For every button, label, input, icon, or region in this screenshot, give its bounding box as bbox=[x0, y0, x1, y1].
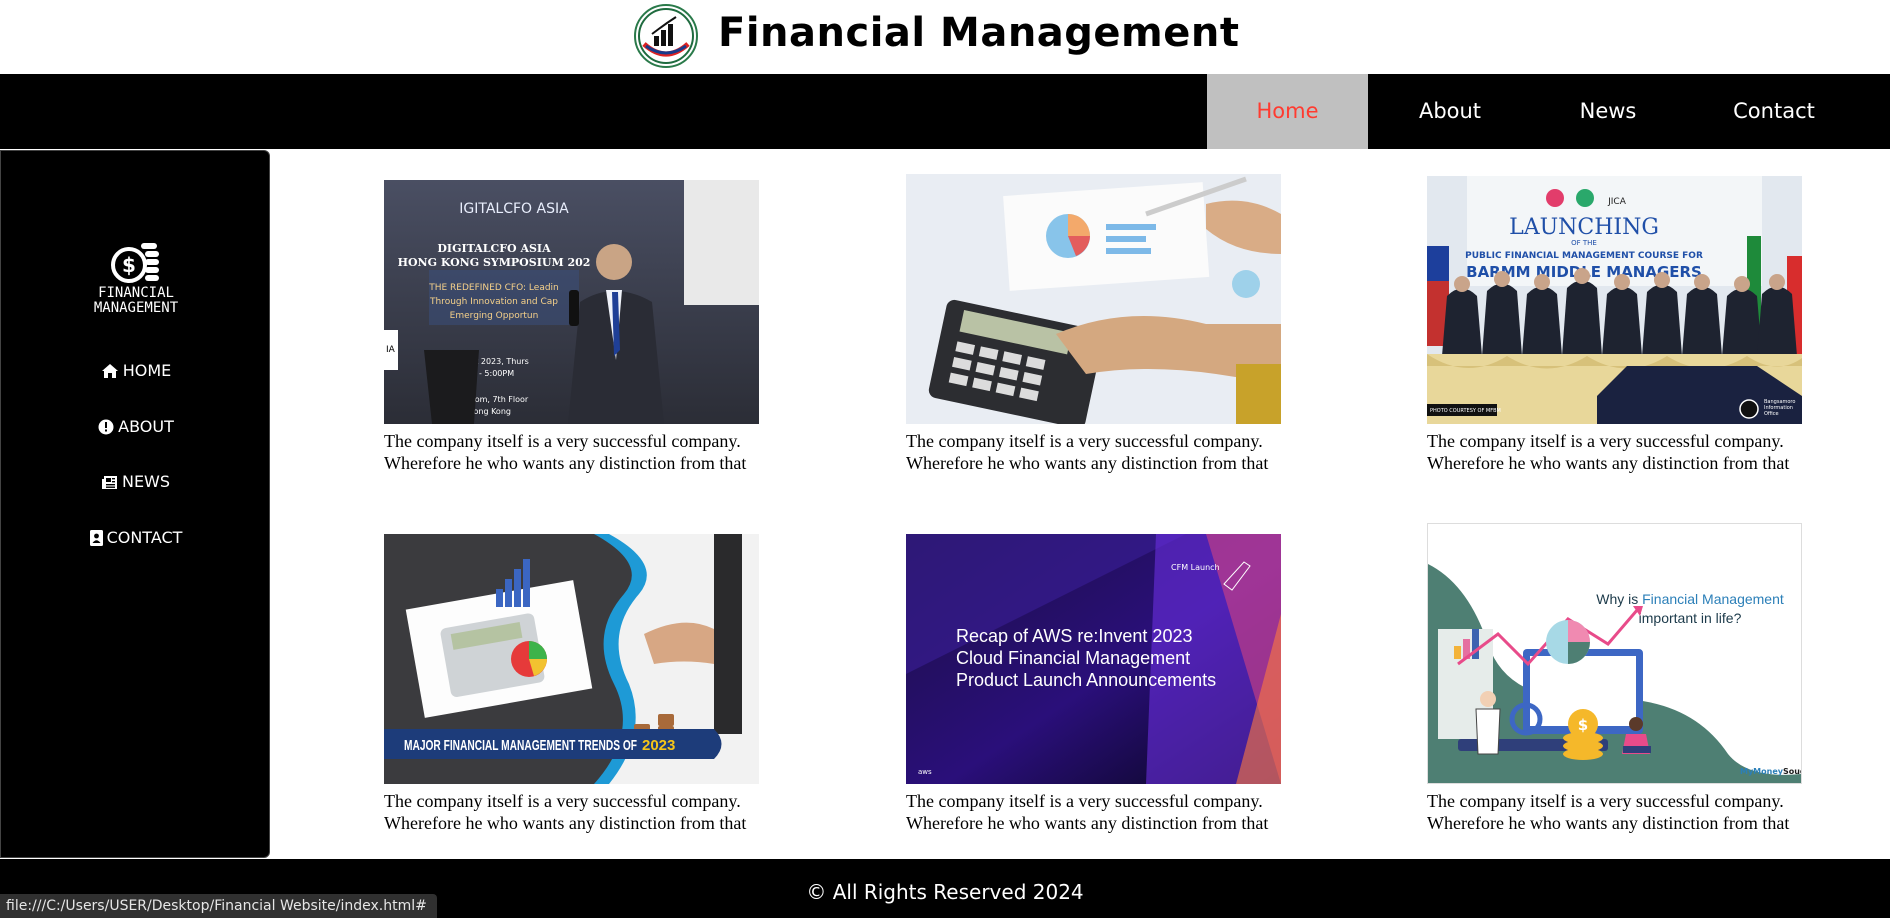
card-image-aws-reinvent[interactable]: CFM Launch Recap of AWS re:Invent 2023 C… bbox=[906, 534, 1281, 784]
card-caption-line2: Wherefore he who wants any distinction f… bbox=[906, 453, 1269, 473]
sidebar-logo-line1: FINANCIAL bbox=[98, 285, 174, 301]
money-coins-icon: $ bbox=[111, 239, 161, 285]
why-text-prefix: Why is bbox=[1596, 591, 1642, 607]
brand-souq: Souq bbox=[1783, 767, 1801, 776]
aws-tag: CFM Launch bbox=[1171, 563, 1220, 572]
card-caption-line1: The company itself is a very successful … bbox=[906, 431, 1263, 451]
nav-contact-link[interactable]: Contact bbox=[1684, 74, 1864, 149]
newspaper-icon bbox=[101, 473, 118, 497]
symposium-sub3: Emerging Opportun bbox=[450, 311, 539, 321]
barmm-title1: LAUNCHING bbox=[1509, 215, 1659, 240]
sidebar-logo-line2: MANAGEMENT bbox=[93, 300, 179, 316]
aws-logo: aws bbox=[918, 768, 932, 776]
card-caption-line1: The company itself is a very successful … bbox=[906, 791, 1263, 811]
card-caption-line1: The company itself is a very successful … bbox=[1427, 431, 1784, 451]
symposium-title1: DIGITALCFO ASIA bbox=[437, 242, 551, 255]
barmm-title2: OF THE bbox=[1571, 239, 1597, 247]
barmm-credit: PHOTO COURTESY OF MFBM bbox=[1430, 408, 1501, 414]
barmm-title3: PUBLIC FINANCIAL MANAGEMENT COURSE FOR bbox=[1465, 251, 1703, 261]
symposium-sub2: Through Innovation and Cap bbox=[429, 297, 558, 307]
aws-line2: Cloud Financial Management bbox=[956, 648, 1190, 668]
card-caption-line1: The company itself is a very successful … bbox=[384, 431, 741, 451]
svg-text:Why is Financial Management: Why is Financial Management bbox=[1596, 591, 1784, 607]
site-header: Financial Management bbox=[0, 0, 1890, 74]
aws-line3: Product Launch Announcements bbox=[956, 670, 1216, 690]
card-caption-line2: Wherefore he who wants any distinction f… bbox=[1427, 813, 1790, 833]
barmm-sponsor: JICA bbox=[1607, 197, 1627, 207]
svg-text:$: $ bbox=[1578, 716, 1588, 734]
nav-home-link[interactable]: Home bbox=[1207, 74, 1368, 149]
sidebar-item-home[interactable]: HOME bbox=[1, 359, 271, 383]
sidebar-item-label: NEWS bbox=[121, 472, 171, 491]
why-text-line2: important in life? bbox=[1639, 610, 1742, 626]
card-caption-line2: Wherefore he who wants any distinction f… bbox=[384, 813, 747, 833]
site-title: Financial Management bbox=[718, 10, 1240, 56]
sidebar-item-label: ABOUT bbox=[118, 417, 174, 436]
sidebar: $ FINANCIAL MANAGEMENT HOME ABOUT NEWS C… bbox=[0, 150, 270, 858]
info-icon bbox=[98, 418, 114, 442]
podium-sign: IA bbox=[386, 345, 396, 355]
barmm-office3: Office bbox=[1764, 411, 1779, 417]
nav-about-link[interactable]: About bbox=[1368, 74, 1532, 149]
sidebar-item-label: CONTACT bbox=[106, 528, 183, 547]
card-caption-line1: The company itself is a very successful … bbox=[1427, 791, 1784, 811]
svg-text:$: $ bbox=[122, 253, 136, 277]
card-image-symposium[interactable]: IGITALCFO ASIA DIGITALCFO ASIA HONG KONG… bbox=[384, 180, 759, 424]
symposium-brand: IGITALCFO ASIA bbox=[459, 201, 569, 217]
card-image-why-financial-management[interactable]: Why is Financial Management important in… bbox=[1427, 523, 1802, 784]
card-image-calculator[interactable] bbox=[906, 174, 1281, 424]
aws-line1: Recap of AWS re:Invent 2023 bbox=[956, 626, 1192, 646]
card-caption-line2: Wherefore he who wants any distinction f… bbox=[384, 453, 747, 473]
contact-card-icon bbox=[89, 529, 103, 553]
home-icon bbox=[101, 362, 119, 386]
svg-text:MyMoneySouq: MyMoneySouq bbox=[1740, 767, 1801, 776]
sidebar-item-news[interactable]: NEWS bbox=[1, 470, 271, 494]
browser-status-url: file:///C:/Users/USER/Desktop/Financial … bbox=[0, 894, 437, 918]
sidebar-item-about[interactable]: ABOUT bbox=[1, 415, 271, 439]
sidebar-item-contact[interactable]: CONTACT bbox=[1, 526, 271, 550]
sidebar-item-label: HOME bbox=[122, 361, 172, 380]
why-text-highlight: Financial Management bbox=[1642, 591, 1784, 607]
symposium-sub1: THE REDEFINED CFO: Leadin bbox=[428, 283, 559, 293]
brand-mymoney: MyMoney bbox=[1740, 767, 1784, 776]
site-logo-icon[interactable] bbox=[634, 4, 698, 68]
card-caption-line2: Wherefore he who wants any distinction f… bbox=[906, 813, 1269, 833]
card-caption-line1: The company itself is a very successful … bbox=[384, 791, 741, 811]
trends-banner-year: 2023 bbox=[642, 737, 675, 754]
card-image-trends-2023[interactable]: MAJOR FINANCIAL MANAGEMENT TRENDS OF 202… bbox=[384, 534, 759, 784]
top-navigation: Home About News Contact bbox=[0, 74, 1890, 149]
nav-news-link[interactable]: News bbox=[1532, 74, 1684, 149]
trends-banner-text: MAJOR FINANCIAL MANAGEMENT TRENDS OF bbox=[404, 737, 637, 754]
card-caption-line2: Wherefore he who wants any distinction f… bbox=[1427, 453, 1790, 473]
symposium-title2: HONG KONG SYMPOSIUM 202 bbox=[398, 256, 591, 269]
card-image-barmm-launch[interactable]: JICA LAUNCHING OF THE PUBLIC FINANCIAL M… bbox=[1427, 176, 1802, 424]
